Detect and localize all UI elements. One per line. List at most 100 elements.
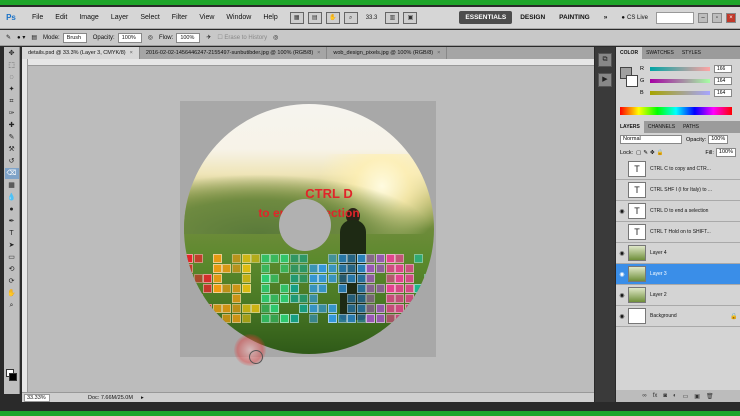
layer-row[interactable]: T CTRL SHF I (I for Italy) to ... <box>616 180 740 201</box>
type-tool-icon[interactable]: T <box>5 228 19 239</box>
3d-rotate-tool-icon[interactable]: ⟲ <box>5 264 19 275</box>
cs-live-button[interactable]: ● CS Live <box>621 15 648 21</box>
minimize-icon[interactable]: – <box>698 13 708 23</box>
screen-mode-icon[interactable]: ▣ <box>403 12 417 24</box>
shape-tool-icon[interactable]: ▭ <box>5 252 19 263</box>
menu-layer[interactable]: Layer <box>105 7 135 29</box>
visibility-eye-icon[interactable]: ◉ <box>616 208 628 215</box>
eraser-tool-selected-icon[interactable]: ⌫ <box>5 168 19 179</box>
restore-icon[interactable]: ▫ <box>712 13 722 23</box>
layer-row[interactable]: ◉ Layer 4 <box>616 243 740 264</box>
opacity-field[interactable]: 100% <box>118 33 142 43</box>
crop-tool-icon[interactable]: ⌗ <box>5 96 19 107</box>
zoom-level[interactable]: 33.3 <box>366 15 378 21</box>
lasso-tool-icon[interactable]: ◌ <box>5 72 19 83</box>
eraser-tool-icon[interactable]: ✎ <box>6 34 11 41</box>
bridge-icon[interactable]: ▦ <box>290 12 304 24</box>
more-workspaces-button[interactable]: » <box>598 11 614 24</box>
menu-view[interactable]: View <box>193 7 220 29</box>
history-panel-icon[interactable]: ⧉ <box>598 53 612 67</box>
menu-filter[interactable]: Filter <box>166 7 194 29</box>
3d-orbit-tool-icon[interactable]: ⟳ <box>5 276 19 287</box>
flow-field[interactable]: 100% <box>176 33 200 43</box>
brush-preset-picker[interactable]: ● ▾ <box>17 34 25 41</box>
eyedropper-tool-icon[interactable]: ✑ <box>5 108 19 119</box>
channel-b-value[interactable]: 164 <box>714 89 732 97</box>
tab-styles[interactable]: STYLES <box>678 47 705 59</box>
color-spectrum-bar[interactable] <box>620 107 732 115</box>
layer-opacity-field[interactable]: 100% <box>708 135 728 144</box>
pressure-size-icon[interactable]: ◎ <box>273 34 278 41</box>
layer-row[interactable]: ◉ T CTRL D to end a selection <box>616 201 740 222</box>
lock-icons[interactable]: ▢✎✥🔒 <box>636 150 665 156</box>
channel-b-slider[interactable] <box>650 91 710 95</box>
workspace-painting[interactable]: PAINTING <box>553 11 596 24</box>
doc-size-info[interactable]: Doc: 7.66M/25.0M <box>88 395 133 401</box>
delete-layer-icon[interactable]: 🗑 <box>706 393 714 400</box>
mode-select[interactable]: Brush <box>63 33 87 43</box>
workspace-essentials[interactable]: ESSENTIALS <box>459 11 512 24</box>
close-tab-icon[interactable]: × <box>130 50 133 56</box>
healing-tool-icon[interactable]: ✚ <box>5 120 19 131</box>
search-input[interactable] <box>656 12 694 24</box>
blend-mode-select[interactable]: Normal <box>620 135 682 144</box>
history-brush-tool-icon[interactable]: ↺ <box>5 156 19 167</box>
adjustment-icon[interactable]: ◐ <box>673 393 677 399</box>
channel-g-value[interactable]: 164 <box>714 77 732 85</box>
erase-history-checkbox[interactable]: ☐ Erase to History <box>217 34 267 41</box>
link-layers-icon[interactable]: ∞ <box>642 393 646 399</box>
hand-tool-icon[interactable]: ✋ <box>5 288 19 299</box>
color-bg-swatch[interactable] <box>626 75 638 87</box>
move-tool-icon[interactable]: ✥ <box>5 48 19 59</box>
close-tab-icon[interactable]: × <box>437 50 440 56</box>
zoom-tool-icon[interactable]: ⌕ <box>5 300 19 311</box>
tab-details-psd[interactable]: details.psd @ 33.3% (Layer 3, CMYK/8) × <box>22 47 140 59</box>
hand-view-icon[interactable]: ✋ <box>326 12 340 24</box>
zoom-field[interactable]: 33.33% <box>24 394 50 402</box>
group-icon[interactable]: ▭ <box>683 393 689 400</box>
layer-row[interactable]: ◉ Layer 2 <box>616 285 740 306</box>
background-color-swatch[interactable] <box>9 373 17 381</box>
fill-field[interactable]: 100% <box>716 148 736 157</box>
menu-help[interactable]: Help <box>257 7 283 29</box>
clone-stamp-tool-icon[interactable]: ⚒ <box>5 144 19 155</box>
close-tab-icon[interactable]: × <box>317 50 320 56</box>
tab-sunbutibder[interactable]: 2016-02-02-1456446247-2155497-sunbutibde… <box>140 47 328 59</box>
tab-wob-design[interactable]: wob_design_pixels.jpg @ 100% (RGB/8) × <box>327 47 447 59</box>
menu-window[interactable]: Window <box>220 7 257 29</box>
menu-edit[interactable]: Edit <box>49 7 73 29</box>
fx-icon[interactable]: fx <box>653 393 658 399</box>
document-canvas[interactable]: CTRL D to end a selection <box>180 101 436 357</box>
channel-r-slider[interactable] <box>650 67 710 71</box>
actions-panel-icon[interactable]: ▶ <box>598 73 612 87</box>
tab-paths[interactable]: PATHS <box>679 121 703 133</box>
brush-panel-icon[interactable]: ▤ <box>31 34 37 41</box>
channel-g-slider[interactable] <box>650 79 710 83</box>
menu-image[interactable]: Image <box>73 7 104 29</box>
layer-row[interactable]: T CTRL T Hold on to SHIFT... <box>616 222 740 243</box>
quick-select-tool-icon[interactable]: ✦ <box>5 84 19 95</box>
tab-channels[interactable]: CHANNELS <box>644 121 679 133</box>
canvas-area[interactable]: CTRL D to end a selection <box>28 66 594 392</box>
pressure-opacity-icon[interactable]: ◎ <box>148 34 153 41</box>
blur-tool-icon[interactable]: 💧 <box>5 192 19 203</box>
minibridge-icon[interactable]: ▤ <box>308 12 322 24</box>
tab-layers[interactable]: LAYERS <box>616 121 644 133</box>
pen-tool-icon[interactable]: ✒ <box>5 216 19 227</box>
airbrush-icon[interactable]: ✈ <box>206 34 211 41</box>
gradient-tool-icon[interactable]: ▦ <box>5 180 19 191</box>
path-select-tool-icon[interactable]: ➤ <box>5 240 19 251</box>
visibility-eye-icon[interactable]: ◉ <box>616 250 628 257</box>
mask-icon[interactable]: ◙ <box>663 393 667 399</box>
layer-row[interactable]: ◉ Background 🔒 <box>616 306 740 327</box>
layer-row[interactable]: ◉ Layer 3 <box>616 264 740 285</box>
arrange-icon[interactable]: ▥ <box>385 12 399 24</box>
new-layer-icon[interactable]: ▣ <box>694 393 700 400</box>
menu-file[interactable]: File <box>26 7 49 29</box>
horizontal-ruler[interactable] <box>28 59 594 66</box>
visibility-eye-icon[interactable]: ◉ <box>616 292 628 299</box>
close-icon[interactable]: × <box>726 13 736 23</box>
marquee-tool-icon[interactable]: ⬚ <box>5 60 19 71</box>
layer-row[interactable]: T CTRL C to copy and CTR... <box>616 159 740 180</box>
tab-swatches[interactable]: SWATCHES <box>642 47 678 59</box>
